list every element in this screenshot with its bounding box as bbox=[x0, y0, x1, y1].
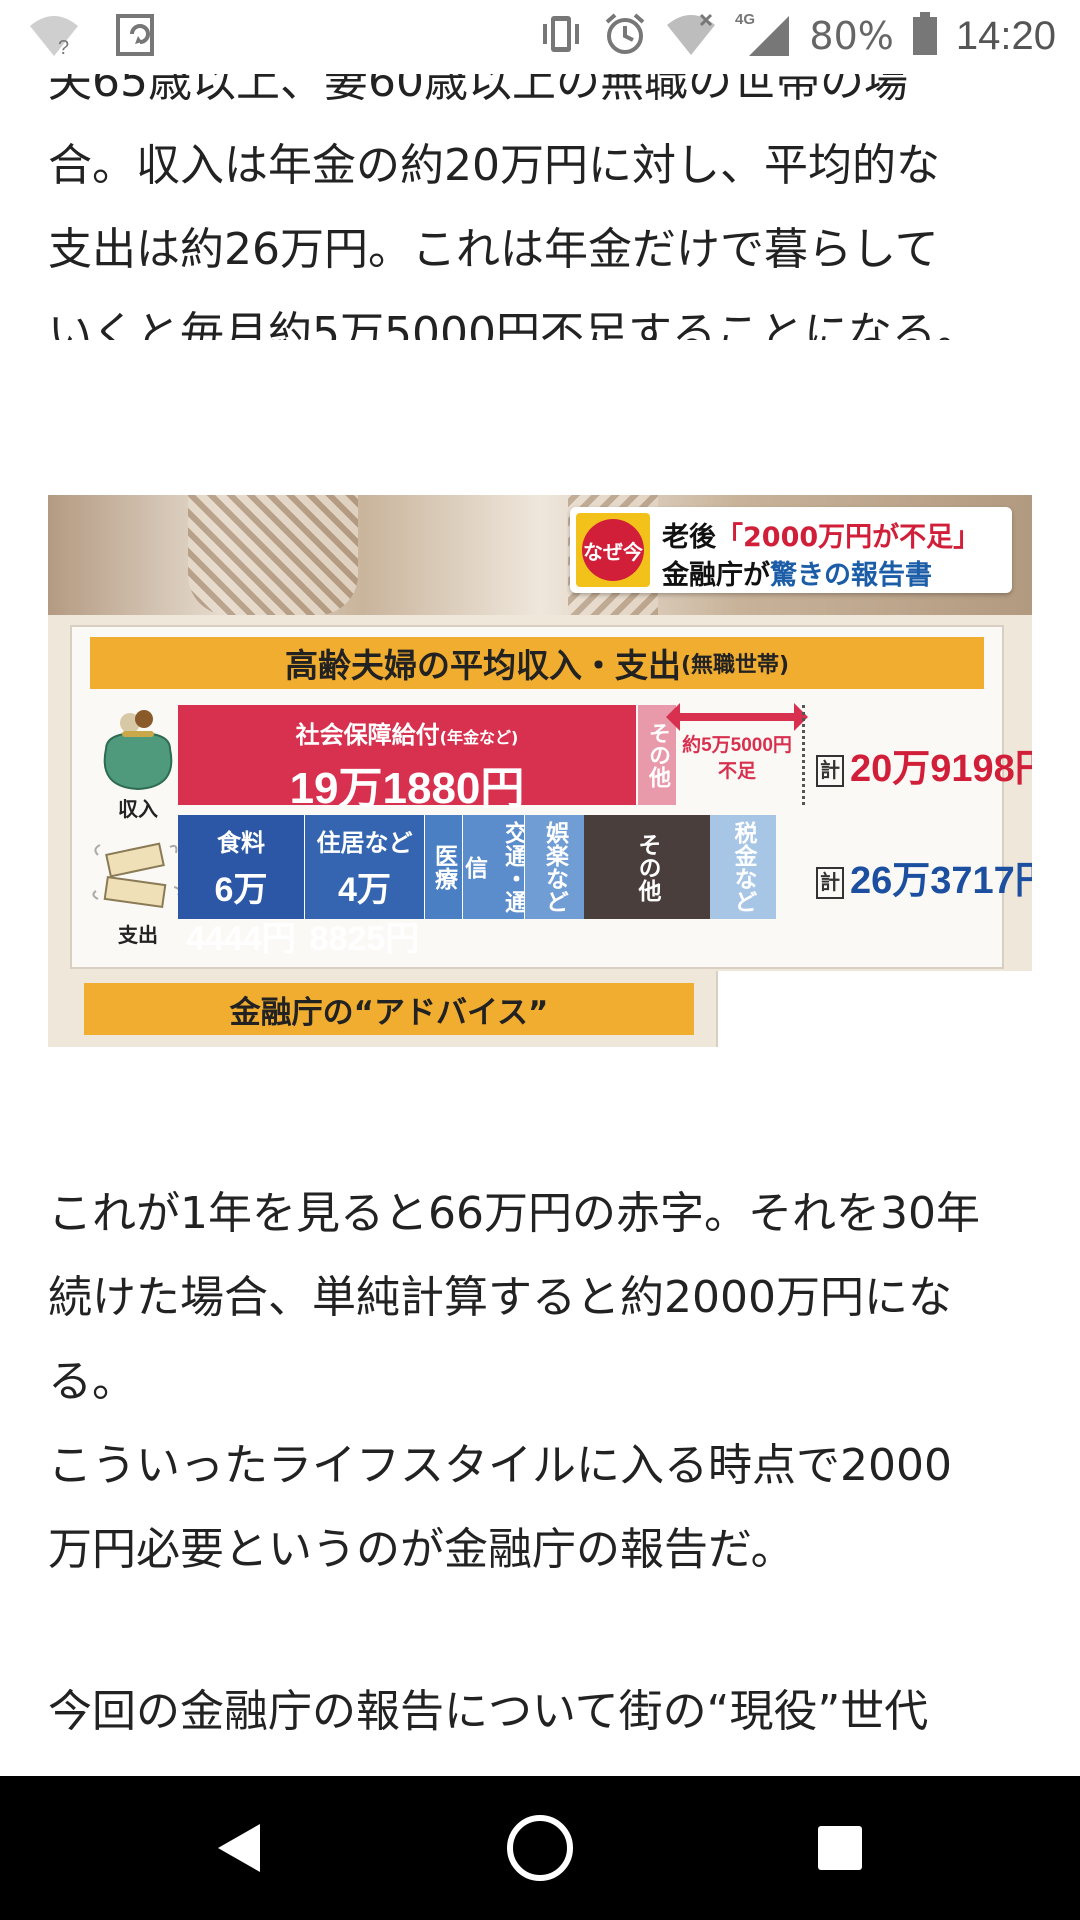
board-title: 高齢夫婦の平均収入・支出 (無職世帯) bbox=[90, 637, 984, 689]
naze-ima-label: なぜ今 bbox=[582, 519, 644, 581]
headline-caption: なぜ今 老後「2000万円が不足」 金融庁が驚きの報告書 bbox=[570, 507, 1012, 593]
advice-panel-edge bbox=[716, 971, 1032, 1047]
network-type-label: 4G bbox=[735, 11, 755, 28]
shortfall-indicator: 約5万5000円 不足 bbox=[666, 703, 808, 805]
income-bar-social-security: 社会保障給付(年金など) 19万1880円 bbox=[178, 705, 636, 813]
studio-decoration bbox=[188, 495, 358, 615]
headline-highlight: 「2000万円が不足」 bbox=[716, 522, 981, 553]
signal-icon: 4G bbox=[735, 10, 791, 62]
expense-transport: 交通・通信 bbox=[461, 815, 527, 919]
income-label: 収入 bbox=[118, 797, 158, 821]
svg-text:?: ? bbox=[58, 37, 69, 58]
article-paragraph-1: 夫65歳以上、妻60歳以上の無職の世帯の場 合。収入は年金の約20万円に対し、平… bbox=[48, 56, 980, 340]
expense-label: 支出 bbox=[118, 923, 158, 947]
income-expense-panel: 高齢夫婦の平均収入・支出 (無職世帯) 収入 社会保障給付(年金など) 19万18… bbox=[70, 625, 1032, 969]
wifi-off-icon bbox=[665, 11, 717, 61]
headline-highlight: 驚きの報告書 bbox=[770, 560, 932, 591]
back-button[interactable] bbox=[180, 1776, 300, 1920]
vibrate-icon bbox=[537, 12, 585, 60]
shortfall-text: 約5万5000円 不足 bbox=[682, 735, 792, 782]
headline-line-2: 金融庁が驚きの報告書 bbox=[662, 553, 932, 592]
article-paragraph-2: これが1年を見ると66万円の赤字。それを30年 続けた場合、単純計算すると約20… bbox=[48, 1188, 980, 1575]
navigation-bar bbox=[0, 1776, 1080, 1920]
status-left: ? bbox=[28, 12, 160, 62]
status-bar: ? 4G 80% 14:20 bbox=[0, 0, 1080, 74]
headline-prefix: 金融庁が bbox=[662, 560, 770, 591]
back-triangle-icon bbox=[218, 1824, 260, 1872]
expense-total: 計26万3717円 bbox=[816, 849, 1032, 904]
home-circle-icon bbox=[507, 1815, 573, 1881]
recents-button[interactable] bbox=[780, 1776, 900, 1920]
divider-dotted bbox=[802, 705, 805, 805]
income-main-value: 19万1880円 bbox=[289, 764, 525, 813]
naze-ima-badge: なぜ今 bbox=[576, 513, 650, 587]
double-arrow-icon bbox=[666, 703, 808, 731]
article-paragraph-3: 今回の金融庁の報告について街の“現役”世代 bbox=[48, 1686, 929, 1737]
battery-icon bbox=[912, 12, 938, 60]
expense-housing: 住居など 4万8825円 bbox=[304, 815, 424, 958]
status-right: 4G 80% 14:20 bbox=[537, 10, 1056, 62]
expense-taxes: 税金など bbox=[710, 815, 776, 919]
income-main-label: 社会保障給付(年金など) bbox=[295, 721, 519, 749]
clock-time: 14:20 bbox=[955, 13, 1056, 58]
headline-prefix: 老後 bbox=[662, 522, 716, 553]
board-title-main: 高齢夫婦の平均収入・支出 bbox=[284, 646, 681, 685]
recents-square-icon bbox=[818, 1826, 862, 1870]
purse-icon: 収入 bbox=[92, 709, 184, 821]
wifi-question-icon: ? bbox=[28, 12, 80, 62]
expense-food: 食料 6万4444円 bbox=[178, 815, 304, 958]
expense-other: その他 bbox=[584, 815, 710, 919]
battery-percent: 80% bbox=[809, 14, 894, 58]
income-total: 計20万9198円 bbox=[816, 737, 1032, 792]
screen-rotate-icon bbox=[114, 12, 160, 62]
expense-bar: 食料 6万4444円 住居など 4万8825円 医療 交通・通信 娯楽など その… bbox=[178, 815, 776, 958]
headline-line-1: 老後「2000万円が不足」 bbox=[662, 515, 980, 554]
alarm-icon bbox=[603, 12, 647, 60]
home-button[interactable] bbox=[480, 1776, 600, 1920]
info-board: 高齢夫婦の平均収入・支出 (無職世帯) 収入 社会保障給付(年金など) 19万18… bbox=[48, 615, 1032, 1047]
expense-entertainment: 娯楽など bbox=[524, 815, 584, 919]
news-broadcast-image[interactable]: なぜ今 老後「2000万円が不足」 金融庁が驚きの報告書 高齢夫婦の平均収入・支… bbox=[48, 495, 1032, 1047]
advice-title: 金融庁の“アドバイス” bbox=[84, 983, 694, 1035]
flying-money-icon: 支出 bbox=[92, 835, 184, 947]
board-title-small: (無職世帯) bbox=[680, 653, 790, 678]
